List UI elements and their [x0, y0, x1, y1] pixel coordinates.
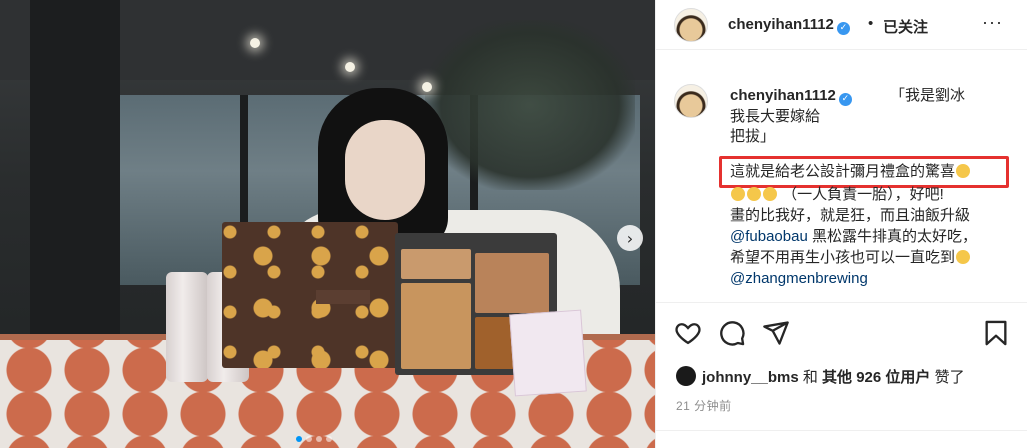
caption-area: chenyihan1112 ✓ 「我是劉冰 我長大要嫁給 把拔」 這就是給老公設計…: [656, 50, 1027, 302]
photo-gift-box-label: [316, 290, 370, 304]
liker-avatar[interactable]: [676, 366, 696, 386]
comment-button[interactable]: [718, 319, 746, 347]
caption-line: 我長大要嫁給: [730, 108, 821, 125]
verified-icon: ✓: [838, 92, 852, 106]
emoji-icon: [747, 187, 761, 201]
likes-summary: johnny__bms 和 其他 926 位用户 赞了: [676, 366, 965, 387]
share-button[interactable]: [762, 319, 790, 347]
photo-gift-box: [222, 222, 398, 368]
bookmark-icon: [985, 320, 1007, 346]
likes-suffix: 赞了: [934, 369, 965, 386]
photo-beer-can: [166, 272, 208, 382]
carousel-dot: [326, 436, 332, 442]
emoji-icon: [731, 187, 745, 201]
emoji-icon: [956, 250, 971, 264]
emoji-icon: [763, 187, 777, 201]
mention-link[interactable]: @fubaobau: [730, 228, 808, 245]
photo-ceiling-light: [422, 82, 432, 92]
post-side-panel: chenyihan1112 ✓ • 已关注 ··· chenyihan1112 ✓ …: [655, 0, 1027, 448]
carousel-dot: [306, 436, 312, 442]
header-separator: •: [868, 15, 874, 32]
photo-illustrated-card: [509, 309, 587, 397]
caption-username[interactable]: chenyihan1112 ✓: [730, 87, 852, 106]
photo-pillar: [30, 0, 120, 340]
caption-line: 畫的比我好，就是狂，而且油飯升級: [730, 207, 971, 224]
save-button[interactable]: [982, 319, 1010, 347]
photo-person-face: [345, 120, 425, 220]
photo-ceiling-light: [345, 62, 355, 72]
caption-line: @zhangmenbrewing: [730, 269, 868, 289]
post-photo[interactable]: ›: [0, 0, 655, 448]
carousel-dot-active: [296, 436, 302, 442]
post-header: chenyihan1112 ✓ • 已关注 ···: [656, 0, 1027, 50]
carousel-dots: [296, 436, 332, 442]
chevron-right-icon: ›: [626, 228, 634, 248]
caption-line: （一人負責一胎），好吧!: [730, 185, 944, 205]
post-timestamp[interactable]: 21 分钟前: [676, 397, 732, 414]
likes-others-link[interactable]: 其他 926 位用户: [822, 369, 930, 386]
caption-line: 把拔」: [730, 128, 776, 145]
caption-line-text: （一人負責一胎），好吧!: [782, 186, 944, 203]
photo-tree: [425, 20, 635, 190]
caption-line: 「我是劉冰: [890, 87, 966, 104]
heart-icon: [675, 323, 701, 345]
comment-bubble-icon: [720, 321, 745, 346]
header-username[interactable]: chenyihan1112 ✓: [728, 16, 850, 35]
liker-username[interactable]: johnny__bms: [702, 369, 799, 386]
caption-line: 希望不用再生小孩也可以一直吃到: [730, 248, 971, 268]
caption-username-text[interactable]: chenyihan1112: [730, 87, 836, 104]
carousel-dot: [316, 436, 322, 442]
verified-icon: ✓: [836, 21, 850, 35]
more-options-icon[interactable]: ···: [982, 12, 1003, 33]
photo-ceiling-light: [250, 38, 260, 48]
carousel-next-button[interactable]: ›: [617, 225, 643, 251]
tray-cell: [475, 253, 549, 313]
tray-cell: [401, 283, 471, 369]
header-username-text[interactable]: chenyihan1112: [728, 16, 834, 33]
tray-cell: [401, 249, 471, 279]
follow-status-button[interactable]: 已关注: [883, 16, 928, 37]
caption-line: @fubaobau 黑松露牛排真的太好吃，: [730, 227, 977, 247]
caption-avatar[interactable]: [674, 84, 708, 118]
caption-line-text: 黑松露牛排真的太好吃，: [811, 228, 977, 245]
likes-connector: 和: [802, 369, 818, 386]
caption-line-text: 希望不用再生小孩也可以一直吃到: [730, 249, 956, 266]
avatar[interactable]: [674, 8, 708, 42]
paper-plane-icon: [763, 321, 789, 345]
mention-link[interactable]: @zhangmenbrewing: [730, 270, 868, 287]
action-bar: [656, 302, 1027, 362]
comment-bar[interactable]: [656, 430, 1027, 448]
like-button[interactable]: [674, 319, 702, 347]
red-highlight-box: [719, 156, 1009, 188]
